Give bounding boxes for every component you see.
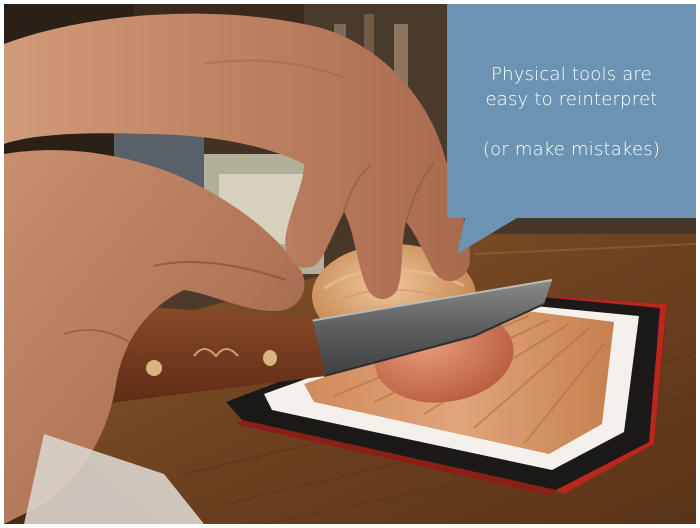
handle-rivet xyxy=(146,360,162,376)
callout-line-3: (or make mistakes) xyxy=(482,139,661,160)
callout-line-1: Physical tools are xyxy=(491,64,652,85)
handle-rivet xyxy=(263,350,277,366)
callout-text: Physical tools are easy to reinterpret (… xyxy=(447,62,696,162)
callout-line-2: easy to reinterpret xyxy=(485,89,658,110)
callout-spacer xyxy=(447,112,696,137)
speech-bubble-callout: Physical tools are easy to reinterpret (… xyxy=(447,4,696,254)
